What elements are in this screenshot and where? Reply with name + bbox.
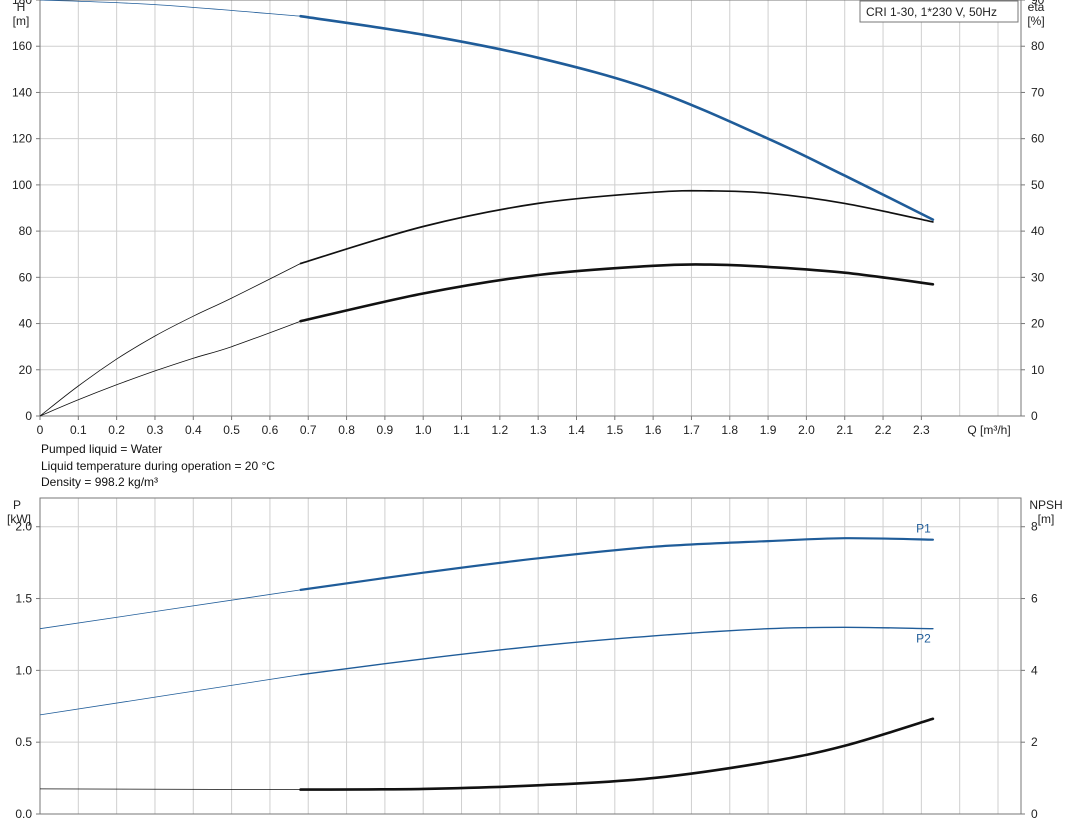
x-tick-label: 1.9 — [760, 423, 777, 437]
head-efficiency-chart: 0 0.1 0.2 0.3 0.4 0.5 0.6 0.7 0.8 0.9 1.0 1.1 1.2 1.3… — [12, 0, 1045, 437]
y-tick-label: 1.0 — [15, 663, 32, 677]
bottom-gridlines — [39, 498, 1021, 815]
x-tick-label: 0.8 — [338, 423, 355, 437]
y-tick-label: 0.0 — [15, 807, 32, 821]
x-tick-label: 0.9 — [377, 423, 394, 437]
y-right-tick-label: 60 — [1031, 132, 1045, 146]
eta-axis-unit: [%] — [1027, 14, 1044, 28]
x-tick-label: 2.1 — [836, 423, 853, 437]
power-npsh-chart: 0.00.51.01.52.0 02468 P1P2 P [kW] NPSH [… — [7, 497, 1063, 821]
x-tick-label: 1.3 — [530, 423, 547, 437]
x-tick-label: 0.3 — [147, 423, 164, 437]
y-tick-label: 40 — [19, 317, 33, 331]
series-0-2-extension-line — [39, 320, 301, 417]
series-1-2-line — [299, 717, 935, 791]
top-x-tick-labels: 0 0.1 0.2 0.3 0.4 0.5 0.6 0.7 0.8 0.9 1.0 1.1 1.2 1.3… — [37, 416, 930, 437]
x-tick-label: 1.8 — [721, 423, 738, 437]
y-tick-label: 80 — [19, 224, 33, 238]
x-tick-label: 1.6 — [645, 423, 662, 437]
p1-line — [299, 537, 934, 591]
y-right-tick-label: 0 — [1031, 807, 1038, 821]
p2-extension-line — [39, 674, 301, 716]
liquid-notes: Pumped liquid = Water Liquid temperature… — [41, 441, 275, 491]
power-axis-name: P — [13, 498, 21, 512]
x-tick-label: 1.4 — [568, 423, 585, 437]
x-tick-label: 0.4 — [185, 423, 202, 437]
p2-series-label: P2 — [916, 632, 931, 646]
npsh-axis-name: NPSH — [1029, 498, 1062, 512]
head-axis-unit: [m] — [13, 14, 30, 28]
x-tick-label: 0.2 — [108, 423, 125, 437]
series-0-2-line — [299, 263, 935, 323]
x-tick-label: 1.5 — [606, 423, 623, 437]
top-series — [39, 0, 935, 417]
power-axis-unit: [kW] — [7, 512, 31, 526]
y-right-tick-label: 70 — [1031, 85, 1045, 99]
x-tick-label: 1.2 — [492, 423, 509, 437]
npsh-tick-labels: 02468 — [1021, 520, 1038, 821]
y-right-tick-label: 50 — [1031, 178, 1045, 192]
pump-title-box: CRI 1-30, 1*230 V, 50Hz — [859, 0, 1019, 23]
p1-extension-line — [39, 589, 301, 630]
pump-performance-chart: 0 0.1 0.2 0.3 0.4 0.5 0.6 0.7 0.8 0.9 1.0 1.1 1.2 1.3… — [7, 0, 1063, 821]
note-pumped-liquid: Pumped liquid = Water — [41, 442, 163, 456]
y-tick-label: 0 — [25, 409, 32, 423]
note-liquid-temperature: Liquid temperature during operation = 20… — [41, 458, 275, 473]
pump-title: CRI 1-30, 1*230 V, 50Hz — [866, 5, 997, 19]
y-right-tick-label: 80 — [1031, 39, 1045, 53]
y-right-tick-label: 0 — [1031, 409, 1038, 423]
x-tick-label: 1.7 — [683, 423, 700, 437]
y-right-tick-label: 20 — [1031, 317, 1045, 331]
flow-axis-label: Q [m³/h] — [967, 423, 1010, 437]
eta-tick-labels: 0102030405060708090 — [1021, 0, 1045, 423]
y-tick-label: 60 — [19, 270, 33, 284]
x-tick-label: 0.7 — [300, 423, 317, 437]
y-tick-label: 140 — [12, 85, 32, 99]
y-tick-label: 20 — [19, 363, 33, 377]
y-right-tick-label: 10 — [1031, 363, 1045, 377]
top-gridlines — [39, 0, 1021, 417]
x-tick-label: 0.5 — [223, 423, 240, 437]
head-tick-labels: 020406080100120140160180 — [12, 0, 40, 423]
y-tick-label: 100 — [12, 178, 32, 192]
y-right-tick-label: 30 — [1031, 270, 1045, 284]
x-tick-label: 0.1 — [70, 423, 87, 437]
y-tick-label: 120 — [12, 132, 32, 146]
x-tick-label: 1.0 — [415, 423, 432, 437]
y-right-tick-label: 2 — [1031, 735, 1038, 749]
x-tick-label: 2.0 — [798, 423, 815, 437]
x-tick-label: 2.2 — [875, 423, 892, 437]
x-tick-label: 0 — [37, 423, 44, 437]
p1-series-label: P1 — [916, 522, 931, 536]
top-plot-frame — [39, 0, 1022, 417]
x-tick-label: 2.3 — [913, 423, 930, 437]
head-axis-name: H — [17, 0, 26, 14]
bottom-series: P1 P2 — [39, 522, 935, 791]
x-tick-label: 0.6 — [262, 423, 279, 437]
eta-axis-name: eta — [1028, 0, 1045, 14]
bottom-plot-frame — [39, 497, 1022, 815]
y-tick-label: 0.5 — [15, 735, 32, 749]
y-right-tick-label: 4 — [1031, 663, 1038, 677]
y-right-tick-label: 6 — [1031, 592, 1038, 606]
note-density: Density = 998.2 kg/m³ — [41, 475, 159, 489]
y-tick-label: 160 — [12, 39, 32, 53]
p2-line — [299, 626, 934, 676]
power-tick-labels: 0.00.51.01.52.0 — [15, 520, 40, 821]
series-0-0-extension-line — [39, 0, 301, 17]
series-1-2-extension-line — [39, 788, 301, 790]
y-right-tick-label: 40 — [1031, 224, 1045, 238]
series-0-1-line — [299, 189, 934, 265]
npsh-axis-unit: [m] — [1038, 512, 1055, 526]
series-0-1-extension-line — [39, 263, 301, 417]
y-tick-label: 1.5 — [15, 592, 32, 606]
x-tick-label: 1.1 — [453, 423, 470, 437]
